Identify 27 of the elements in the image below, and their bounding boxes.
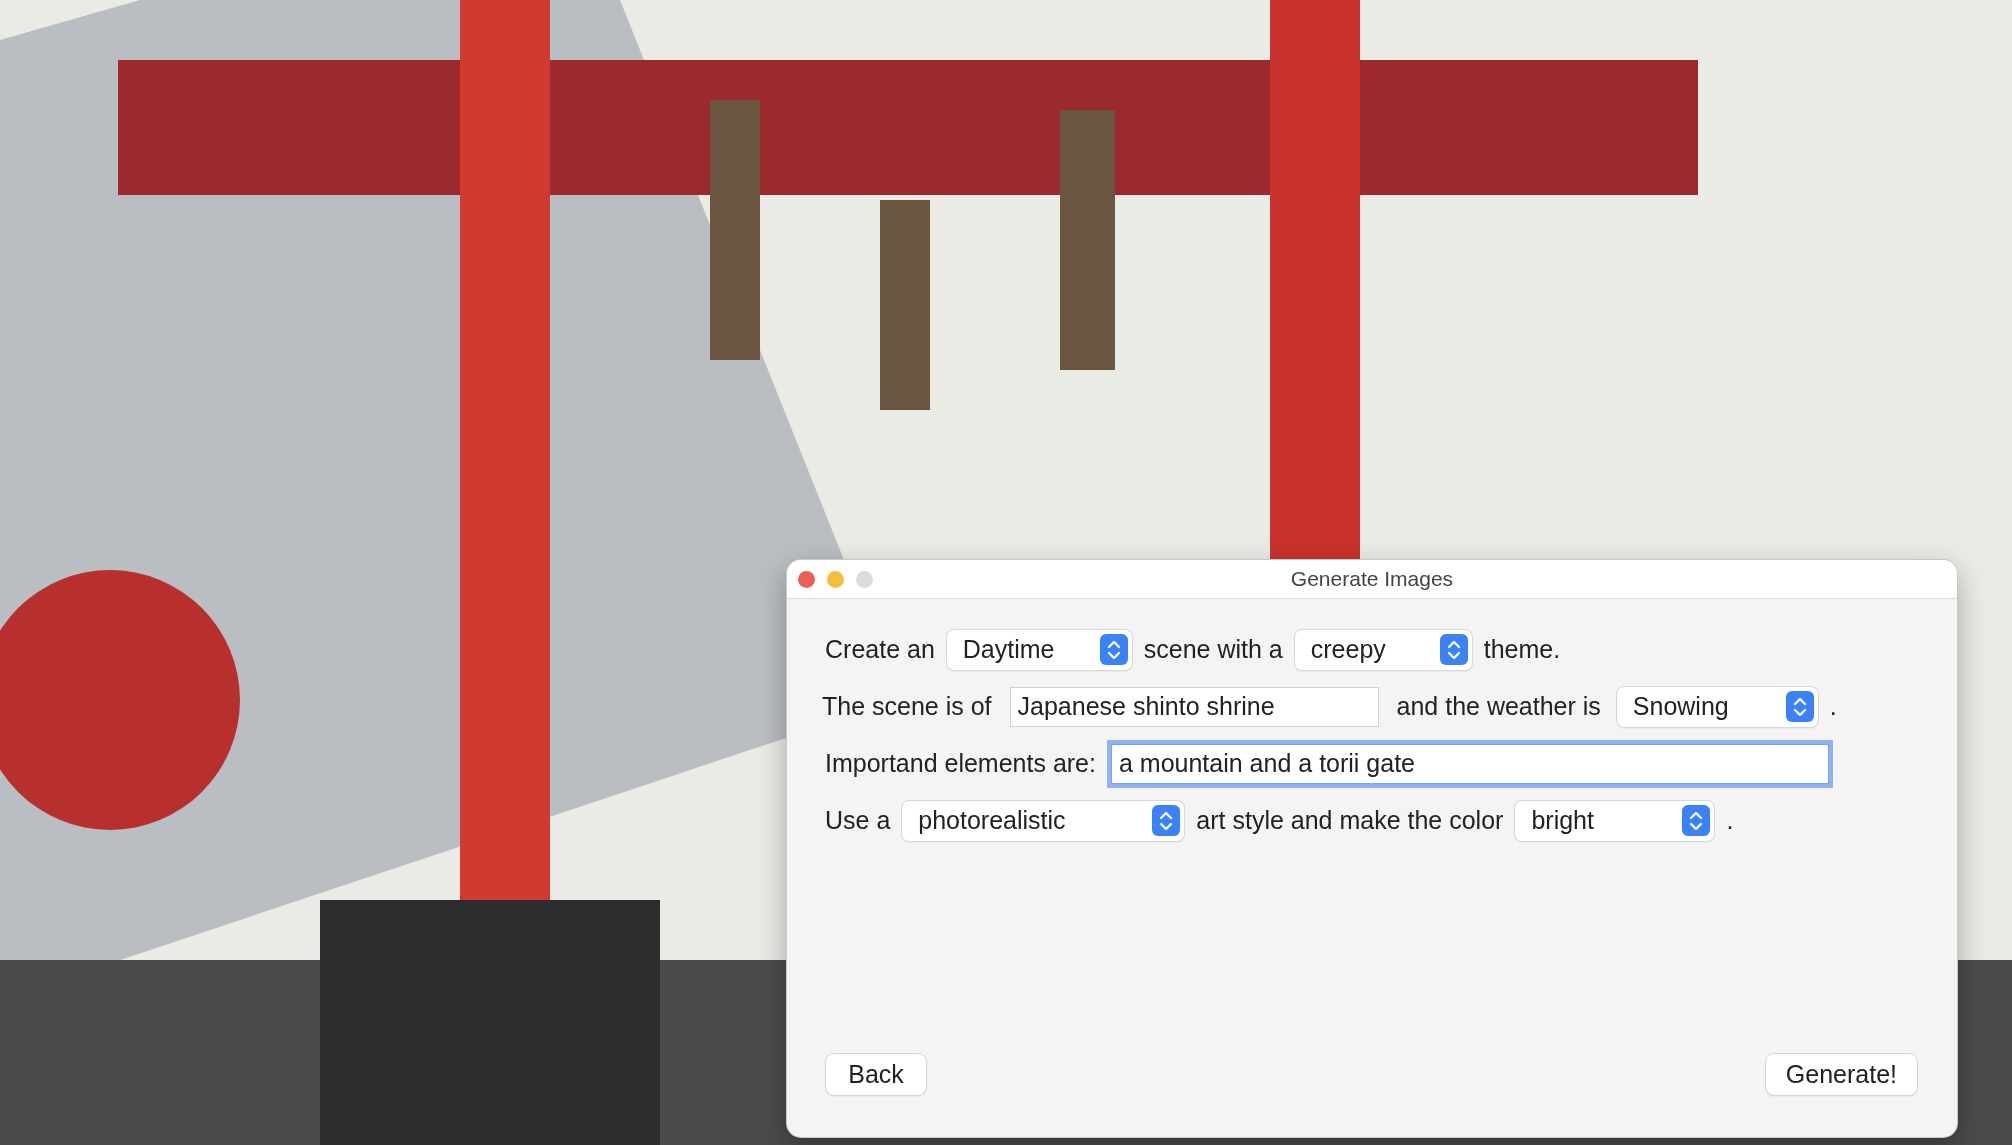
dropdown[interactable]: creepy xyxy=(1294,629,1472,670)
label-text: art style and make the color xyxy=(1196,806,1504,835)
minimize-icon[interactable] xyxy=(827,571,844,588)
chevron-icon xyxy=(1785,691,1814,722)
chevron-icon xyxy=(1099,634,1128,665)
dropdown[interactable]: Snowing xyxy=(1616,686,1818,727)
label-text: scene with a xyxy=(1143,635,1283,664)
input-field[interactable]: Japanese shinto shrine xyxy=(1009,686,1379,727)
chevron-icon xyxy=(1439,634,1468,665)
label-text: The scene is of xyxy=(822,692,992,721)
close-icon[interactable] xyxy=(798,571,815,588)
back-button[interactable]: Back xyxy=(826,1054,926,1095)
label-text: . xyxy=(1829,692,1837,721)
label-text: Use a xyxy=(825,806,891,835)
label-text: and the weather is xyxy=(1396,692,1601,721)
dropdown[interactable]: photorealistic xyxy=(902,800,1185,841)
label-text: . xyxy=(1726,806,1734,835)
dropdown[interactable]: bright xyxy=(1515,800,1715,841)
zoom-icon[interactable] xyxy=(856,571,873,588)
chevron-icon xyxy=(1682,805,1711,836)
label-text: Create an xyxy=(825,635,935,664)
dropdown[interactable]: Daytime xyxy=(946,629,1132,670)
window-title: Generate Images xyxy=(1290,567,1454,591)
chevron-icon xyxy=(1152,805,1181,836)
label-text: Importand elements are: xyxy=(825,749,1096,778)
generate-button[interactable]: Generate! xyxy=(1765,1054,1917,1095)
label-text: theme. xyxy=(1483,635,1561,664)
